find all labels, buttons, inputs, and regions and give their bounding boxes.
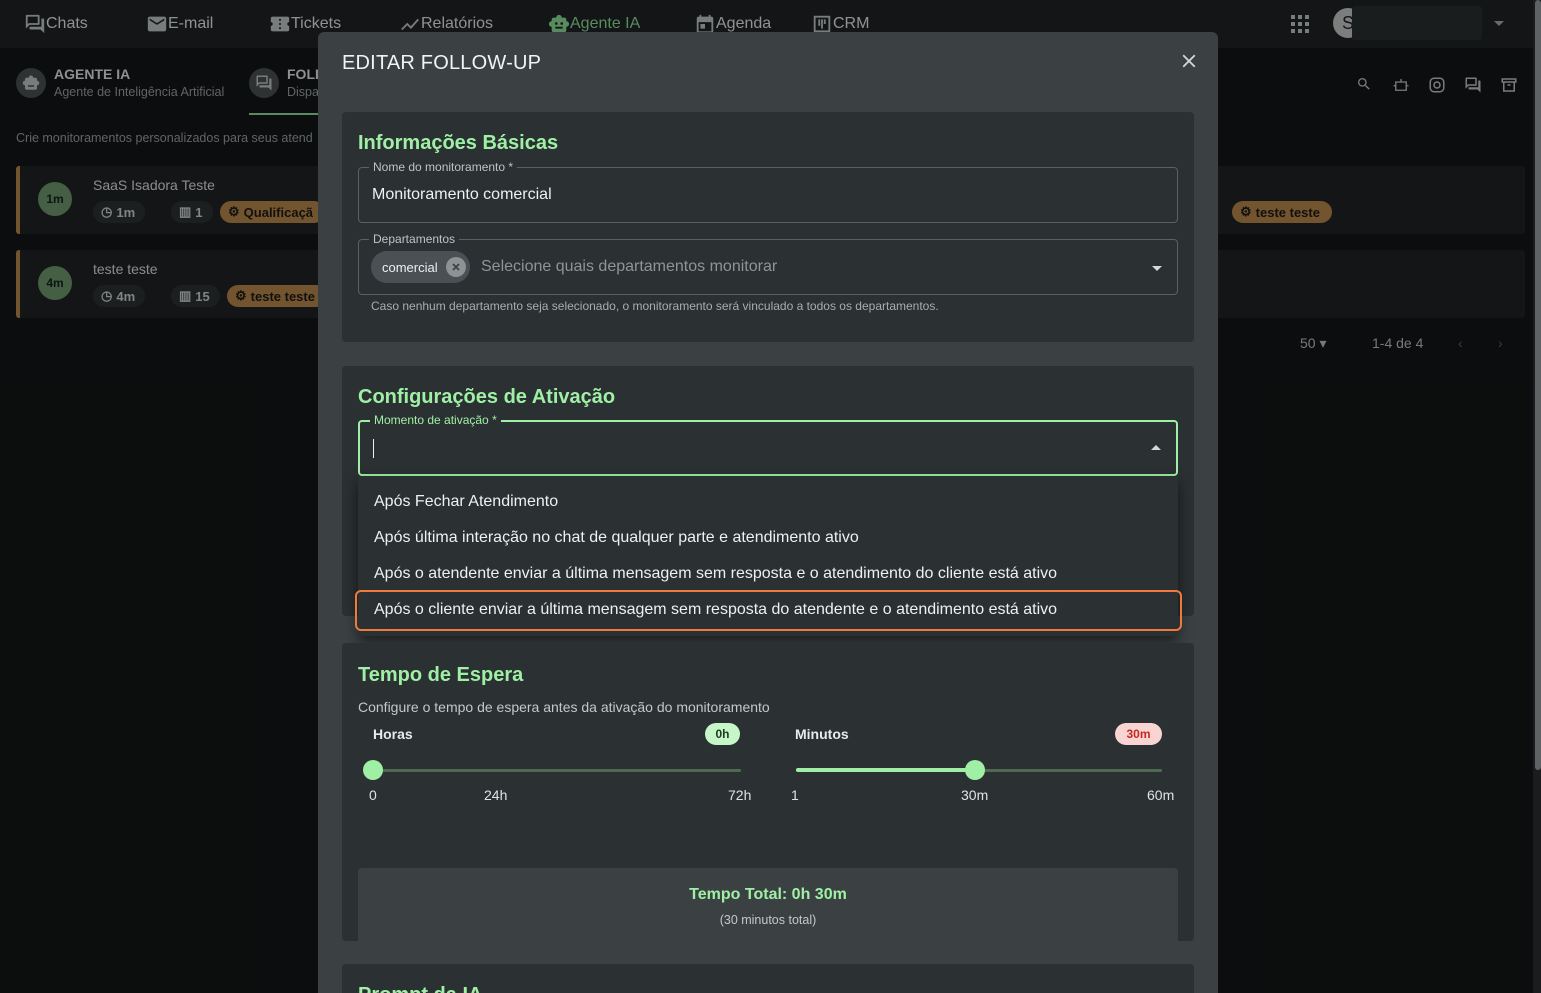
wait-description: Configure o tempo de espera antes da ati… bbox=[358, 699, 770, 715]
departments-helper-text: Caso nenhum departamento seja selecionad… bbox=[371, 299, 939, 313]
app-root: Chats E-mail Tickets Relatórios Agente I… bbox=[0, 0, 1541, 993]
activation-option[interactable]: Após o atendente enviar a última mensage… bbox=[374, 565, 1057, 583]
section-wait-time: Tempo de Espera Configure o tempo de esp… bbox=[342, 643, 1194, 948]
hours-value-pill: 0h bbox=[705, 723, 740, 745]
hours-tick: 72h bbox=[728, 787, 752, 803]
minutes-slider-thumb[interactable] bbox=[965, 760, 986, 780]
total-time: Tempo Total: 0h 30m bbox=[689, 886, 847, 903]
minutes-label: Minutos bbox=[795, 726, 849, 742]
departments-select[interactable]: Departamentos comercial Selecione quais … bbox=[358, 232, 1178, 295]
minutes-tick: 30m bbox=[961, 787, 989, 803]
edit-followup-dialog: EDITAR FOLLOW-UP Informações Básicas Nom… bbox=[318, 32, 1218, 993]
section-basic-info: Informações Básicas Nome do monitorament… bbox=[342, 112, 1194, 342]
hours-tick: 0 bbox=[369, 787, 377, 803]
minutes-tick: 1 bbox=[791, 787, 799, 803]
department-chip[interactable]: comercial bbox=[371, 251, 470, 283]
section-title: Configurações de Ativação bbox=[358, 386, 616, 408]
section-title: Tempo de Espera bbox=[358, 664, 524, 686]
monitor-name-field[interactable]: Nome do monitoramento * Monitoramento co… bbox=[358, 160, 1178, 223]
caret-up-icon[interactable] bbox=[1150, 442, 1162, 454]
activation-option-selected[interactable]: Após o cliente enviar a última mensagem … bbox=[374, 601, 1057, 619]
activation-moment-select[interactable]: Momento de ativação * bbox=[358, 413, 1178, 476]
activation-option[interactable]: Após última interação no chat de qualque… bbox=[374, 529, 859, 547]
field-label: Nome do monitoramento * bbox=[369, 160, 518, 174]
caret-down-icon[interactable] bbox=[1151, 262, 1163, 274]
dialog-title: EDITAR FOLLOW-UP bbox=[342, 52, 542, 74]
activation-options-menu: Após Fechar Atendimento Após última inte… bbox=[355, 476, 1182, 636]
text-cursor bbox=[373, 439, 374, 458]
total-time-minutes: (30 minutos total) bbox=[719, 913, 817, 927]
department-chip-label: comercial bbox=[382, 259, 438, 275]
section-ai-prompt: Prompt da IA bbox=[342, 964, 1194, 993]
activation-option[interactable]: Após Fechar Atendimento bbox=[374, 493, 558, 511]
field-label: Momento de ativação * bbox=[370, 413, 501, 427]
scrollbar-thumb[interactable] bbox=[1535, 0, 1541, 770]
monitor-name-value: Monitoramento comercial bbox=[372, 186, 552, 203]
hours-slider-thumb[interactable] bbox=[363, 760, 383, 780]
total-time-box: Tempo Total: 0h 30m (30 minutos total) bbox=[358, 868, 1178, 948]
hours-label: Horas bbox=[373, 726, 413, 742]
hours-slider-track[interactable] bbox=[373, 769, 741, 772]
section-title: Prompt da IA bbox=[358, 984, 482, 993]
field-label: Departamentos bbox=[369, 232, 460, 246]
section-title: Informações Básicas bbox=[358, 132, 559, 154]
hours-tick: 24h bbox=[484, 787, 508, 803]
minutes-slider-fill bbox=[796, 768, 976, 772]
minutes-tick: 60m bbox=[1147, 787, 1175, 803]
remove-chip-icon[interactable] bbox=[445, 257, 466, 277]
departments-placeholder: Selecione quais departamentos monitorar bbox=[481, 258, 778, 275]
close-icon[interactable] bbox=[1178, 50, 1200, 72]
minutes-value-pill: 30m bbox=[1115, 723, 1162, 745]
